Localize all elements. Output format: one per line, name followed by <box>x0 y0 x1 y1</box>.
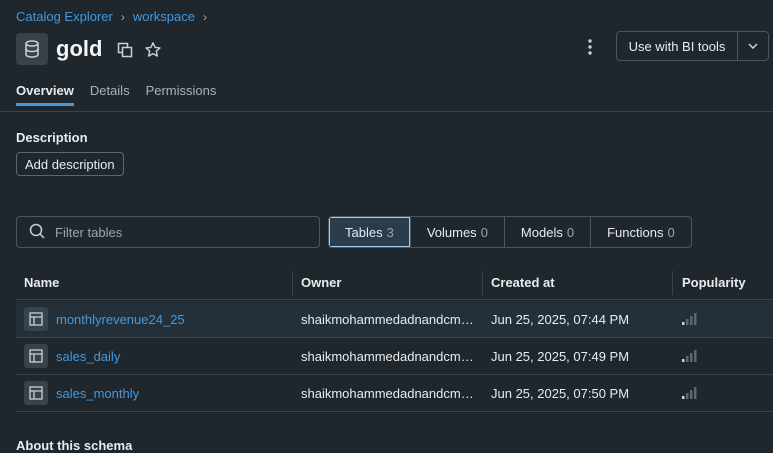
copy-icon[interactable] <box>117 42 133 58</box>
segment-count: 0 <box>566 224 575 240</box>
breadcrumb-catalog-explorer[interactable]: Catalog Explorer <box>16 9 113 24</box>
star-icon[interactable] <box>144 41 162 59</box>
tab-divider <box>0 111 773 112</box>
breadcrumb: Catalog Explorer › workspace › <box>16 9 215 24</box>
owner-cell: shaikmohammedadnandcm… <box>301 348 474 364</box>
segment-count: 0 <box>667 224 675 240</box>
more-options-icon[interactable] <box>581 35 599 59</box>
popularity-bars-icon <box>682 338 698 374</box>
column-header-created-at[interactable]: Created at <box>491 266 555 299</box>
segment-count: 3 <box>386 224 394 240</box>
table-name-link[interactable]: monthlyrevenue24_25 <box>56 301 185 337</box>
chevron-down-icon[interactable] <box>737 32 768 60</box>
created-at-cell: Jun 25, 2025, 07:49 PM <box>491 348 630 364</box>
use-with-bi-tools-button-group: Use with BI tools <box>616 31 769 61</box>
table-name-link[interactable]: sales_monthly <box>56 375 139 411</box>
popularity-bars-icon <box>682 301 698 337</box>
column-header-popularity[interactable]: Popularity <box>682 266 746 299</box>
table-icon <box>24 381 48 405</box>
table-name-link[interactable]: sales_daily <box>56 338 120 374</box>
tab-overview[interactable]: Overview <box>16 83 74 106</box>
segment-models[interactable]: Models 0 <box>503 217 590 247</box>
page-title: gold <box>56 36 103 61</box>
segment-label: Volumes <box>426 224 477 240</box>
created-at-cell: Jun 25, 2025, 07:50 PM <box>491 385 630 401</box>
owner-cell: shaikmohammedadnandcm… <box>301 385 474 401</box>
search-icon <box>29 223 45 242</box>
table-row[interactable]: monthlyrevenue24_25 shaikmohammedadnandc… <box>16 301 773 338</box>
tab-permissions[interactable]: Permissions <box>146 83 217 106</box>
add-description-button[interactable]: Add description <box>16 152 124 176</box>
breadcrumb-workspace[interactable]: workspace <box>133 9 195 24</box>
segment-label: Tables <box>345 224 383 240</box>
segment-volumes[interactable]: Volumes 0 <box>409 217 504 247</box>
table-row[interactable]: sales_monthly shaikmohammedadnandcm… Jun… <box>16 375 773 412</box>
column-header-owner[interactable]: Owner <box>301 266 341 299</box>
column-divider[interactable] <box>482 271 483 295</box>
asset-type-selector: Tables 3 Volumes 0 Models 0 Functions 0 <box>328 216 692 248</box>
filter-tables-field <box>16 216 320 248</box>
segment-tables[interactable]: Tables 3 <box>329 217 410 247</box>
tab-bar: Overview Details Permissions <box>16 83 216 106</box>
chevron-right-icon: › <box>120 9 125 24</box>
popularity-bars-icon <box>682 375 698 411</box>
segment-label: Models <box>520 224 563 240</box>
segment-label: Functions <box>607 224 664 240</box>
tab-details[interactable]: Details <box>90 83 130 106</box>
column-divider[interactable] <box>672 271 673 295</box>
database-icon <box>16 33 48 65</box>
table-row[interactable]: sales_daily shaikmohammedadnandcm… Jun 2… <box>16 338 773 375</box>
table-icon <box>24 344 48 368</box>
filter-tables-input[interactable] <box>53 223 307 241</box>
segment-functions[interactable]: Functions 0 <box>590 217 691 247</box>
owner-cell: shaikmohammedadnandcm… <box>301 311 474 327</box>
table-icon <box>24 307 48 331</box>
table-header: Name Owner Created at Popularity <box>16 266 773 300</box>
created-at-cell: Jun 25, 2025, 07:44 PM <box>491 311 630 327</box>
column-divider[interactable] <box>292 271 293 295</box>
column-header-name[interactable]: Name <box>24 266 59 299</box>
use-with-bi-tools-button[interactable]: Use with BI tools <box>617 32 737 60</box>
segment-count: 0 <box>480 224 488 240</box>
description-label: Description <box>16 130 88 145</box>
chevron-right-icon: › <box>202 9 207 24</box>
